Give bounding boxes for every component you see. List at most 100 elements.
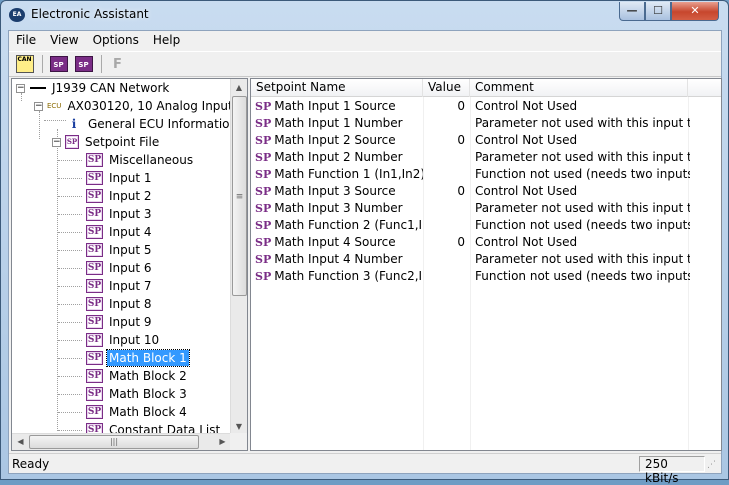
menu-file[interactable]: File	[9, 31, 43, 51]
tree-connector	[58, 214, 82, 215]
table-row[interactable]: SP Math Input 3 Source 0 Control Not Used	[251, 183, 721, 200]
minimize-button[interactable]: —	[619, 2, 645, 21]
setpoint-icon: SP	[86, 333, 103, 347]
setpoint-comment-cell: Control Not Used	[475, 99, 578, 113]
menu-help[interactable]: Help	[146, 31, 187, 51]
table-row[interactable]: SP Math Input 1 Source 0 Control Not Used	[251, 98, 721, 115]
table-row[interactable]: SPMath Function 3 (Func2,In4) Function no…	[251, 268, 721, 285]
client-area: File View Options Help CAN SP SP F − J19…	[8, 30, 722, 485]
setpoint-name-cell: SP Math Input 4 Number	[255, 251, 423, 268]
tree-item-input-2[interactable]: SP Input 2	[58, 187, 154, 205]
column-header-value[interactable]: Value	[423, 79, 470, 97]
tree-item-input-8[interactable]: SP Input 8	[58, 295, 154, 313]
setpoint-icon: SP	[86, 405, 103, 419]
open-setpoint-icon: SP	[49, 56, 68, 72]
tree-item-input-7[interactable]: SP Input 7	[58, 277, 154, 295]
can-network-button[interactable]: CAN	[13, 53, 36, 75]
table-row[interactable]: SP Math Input 1 Number Parameter not used …	[251, 115, 721, 132]
tree-connector	[58, 340, 82, 341]
setpoint-value-cell[interactable]: 0	[423, 183, 465, 200]
tree-label-setpoint-file: Setpoint File	[85, 135, 160, 149]
setpoint-name-cell: SP Math Input 4 Source	[255, 234, 423, 251]
setpoint-value-cell[interactable]	[423, 149, 465, 166]
scroll-up-icon[interactable]: ▲	[231, 79, 247, 96]
collapse-toggle[interactable]: −	[16, 83, 25, 93]
setpoint-value-cell[interactable]	[423, 251, 465, 268]
title-bar[interactable]: EA Electronic Assistant — ☐ ✕	[1, 1, 728, 29]
tree-item-math-block-3[interactable]: SP Math Block 3	[58, 385, 189, 403]
setpoint-name: Math Input 4 Number	[274, 252, 403, 266]
tree-vertical-scrollbar[interactable]: ▲ ≡ ▼	[230, 79, 247, 435]
tree-connector	[58, 430, 82, 431]
tree-item-math-block-4[interactable]: SP Math Block 4	[58, 403, 189, 421]
resize-grip-icon[interactable]: ⋰	[707, 459, 719, 471]
setpoint-icon: SP	[86, 297, 103, 311]
tree-item-input-10[interactable]: SP Input 10	[58, 331, 161, 349]
table-row[interactable]: SP Math Function 1 (In1,In2) Function not …	[251, 166, 721, 183]
navigation-tree[interactable]: − J1939 CAN Network − ECU AX030120, 10 A…	[11, 78, 248, 451]
close-button[interactable]: ✕	[671, 2, 719, 21]
menu-options[interactable]: Options	[86, 31, 146, 51]
setpoint-value-cell[interactable]	[423, 166, 465, 183]
scroll-thumb[interactable]: |||	[29, 435, 199, 449]
setpoint-value-cell[interactable]	[423, 200, 465, 217]
tree-item-input-4[interactable]: SP Input 4	[58, 223, 154, 241]
collapse-toggle[interactable]: −	[52, 137, 61, 147]
save-setpoint-button[interactable]: SP	[72, 53, 95, 75]
setpoint-list[interactable]: Setpoint Name Value Comment SP Math Input…	[250, 78, 722, 451]
setpoint-icon: SP	[255, 100, 272, 113]
setpoint-file-icon: SP	[65, 135, 79, 149]
flash-button[interactable]: F	[106, 53, 129, 75]
tree-node-ecu[interactable]: − ECU AX030120, 10 Analog Input #1	[34, 97, 247, 115]
tree-node-setpoint-file[interactable]: − SP Setpoint File	[52, 133, 161, 151]
tree-node-network[interactable]: − J1939 CAN Network	[16, 79, 171, 97]
tree-item-input-9[interactable]: SP Input 9	[58, 313, 154, 331]
scroll-thumb[interactable]: ≡	[232, 96, 247, 296]
column-header-comment[interactable]: Comment	[470, 79, 688, 97]
window-title: Electronic Assistant	[31, 7, 149, 21]
setpoint-comment-cell: Parameter not used with this input type	[475, 116, 690, 130]
table-row[interactable]: SP Math Input 4 Source 0 Control Not Used	[251, 234, 721, 251]
tree-item-input-1[interactable]: SP Input 1	[58, 169, 154, 187]
tree-item-input-3[interactable]: SP Input 3	[58, 205, 154, 223]
setpoint-value-cell[interactable]	[423, 268, 465, 285]
setpoint-name-cell: SPMath Function 3 (Func2,In4)	[255, 268, 423, 285]
setpoint-value-cell[interactable]: 0	[423, 98, 465, 115]
setpoint-value-cell[interactable]	[423, 115, 465, 132]
table-row[interactable]: SP Math Input 2 Number Parameter not used …	[251, 149, 721, 166]
table-row[interactable]: SPMath Function 2 (Func1,In3) Function no…	[251, 217, 721, 234]
tree-item-math-block-2[interactable]: SP Math Block 2	[58, 367, 189, 385]
setpoint-comment-cell: Control Not Used	[475, 184, 578, 198]
setpoint-value-cell[interactable]: 0	[423, 132, 465, 149]
maximize-button[interactable]: ☐	[645, 2, 671, 21]
tree-item-miscellaneous[interactable]: SP Miscellaneous	[58, 151, 195, 169]
tree-item-label: Miscellaneous	[109, 153, 194, 167]
table-row[interactable]: SP Math Input 4 Number Parameter not used …	[251, 251, 721, 268]
baud-rate-indicator: 250 kBit/s	[639, 456, 705, 485]
tree-horizontal-scrollbar[interactable]: ◀ ||| ▶	[12, 433, 231, 450]
tree-item-label: Input 8	[109, 297, 152, 311]
setpoint-comment-cell: Function not used (needs two inputs)	[475, 167, 690, 181]
menu-view[interactable]: View	[43, 31, 85, 51]
tree-item-input-6[interactable]: SP Input 6	[58, 259, 154, 277]
setpoint-value-cell[interactable]: 0	[423, 234, 465, 251]
tree-connector	[39, 111, 40, 139]
setpoint-icon: SP	[86, 207, 103, 221]
setpoint-comment-cell: Function not used (needs two inputs)	[475, 218, 690, 232]
table-row[interactable]: SP Math Input 3 Number Parameter not used …	[251, 200, 721, 217]
setpoint-value-cell[interactable]	[423, 217, 465, 234]
tree-item-input-5[interactable]: SP Input 5	[58, 241, 154, 259]
setpoint-icon: SP	[86, 153, 103, 167]
toolbar: CAN SP SP F	[9, 51, 721, 77]
tree-connector	[58, 196, 82, 197]
tree-item-math-block-1[interactable]: SP Math Block 1	[58, 349, 190, 367]
collapse-toggle[interactable]: −	[34, 101, 43, 111]
tree-node-general-info[interactable]: i General ECU Information	[68, 115, 239, 133]
table-row[interactable]: SP Math Input 2 Source 0 Control Not Used	[251, 132, 721, 149]
open-setpoint-button[interactable]: SP	[47, 53, 70, 75]
column-header-name[interactable]: Setpoint Name	[251, 79, 423, 97]
tree-connector	[58, 286, 82, 287]
scroll-right-icon[interactable]: ▶	[214, 434, 231, 450]
status-text: Ready	[12, 457, 50, 471]
scroll-left-icon[interactable]: ◀	[12, 434, 29, 450]
